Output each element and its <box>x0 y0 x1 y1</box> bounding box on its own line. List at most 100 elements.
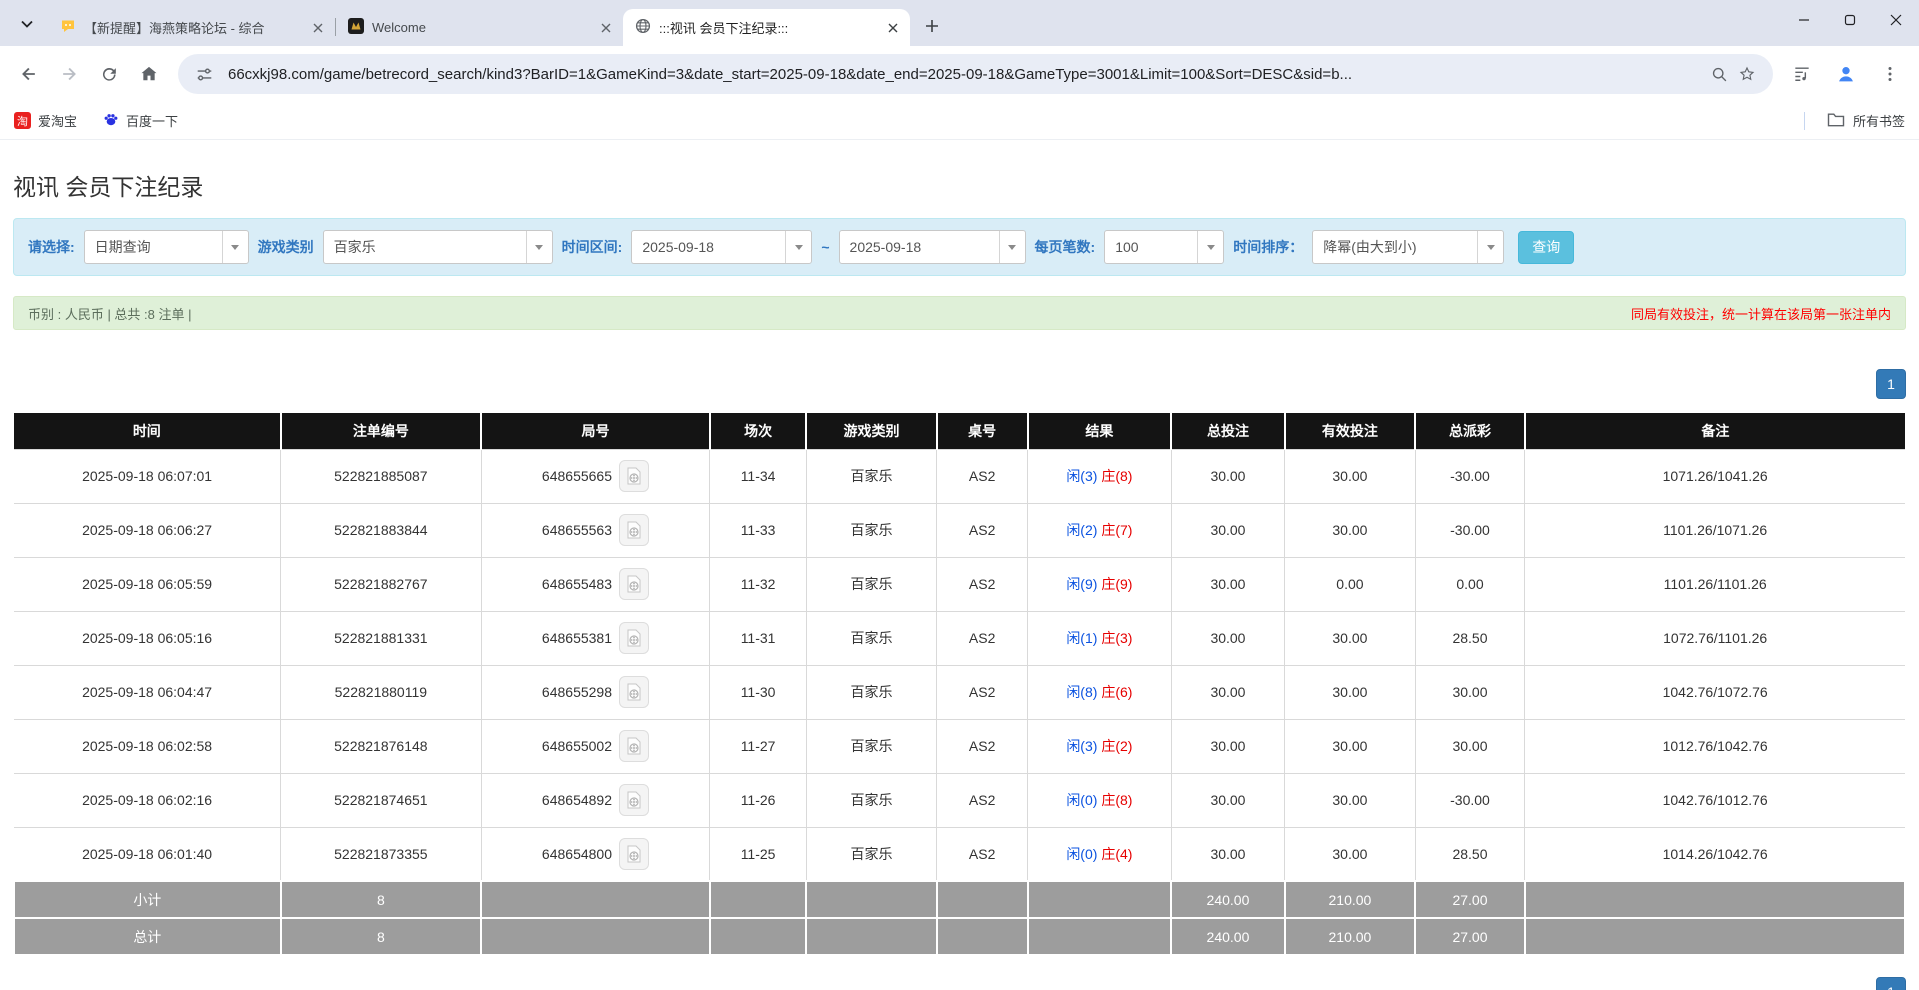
reload-icon[interactable] <box>92 57 126 91</box>
profile-avatar[interactable] <box>1829 57 1863 91</box>
cell-time: 2025-09-18 06:05:16 <box>14 611 281 665</box>
cell-session: 11-30 <box>710 665 806 719</box>
bet-records-table: 时间注单编号局号场次游戏类别桌号结果总投注有效投注总派彩备注 2025-09-1… <box>13 413 1906 956</box>
back-icon[interactable] <box>12 57 46 91</box>
date-start-select[interactable]: 2025-09-18 <box>631 230 812 264</box>
cell-total-bet[interactable]: 30.00 <box>1171 449 1284 503</box>
header-cell: 游戏类别 <box>806 413 936 449</box>
all-bookmarks[interactable]: 所有书签 <box>1804 111 1905 130</box>
browser-tab-welcome[interactable]: Welcome <box>336 9 623 46</box>
footer-empty <box>481 881 710 918</box>
time-sort-select[interactable]: 降幂(由大到小) <box>1312 230 1504 264</box>
cell-payout: 30.00 <box>1415 719 1525 773</box>
url-text[interactable]: 66cxkj98.com/game/betrecord_search/kind3… <box>228 66 1695 83</box>
filter-label-tilde: ~ <box>821 239 829 255</box>
cell-round-id: 648655298 <box>481 665 710 719</box>
filter-label-select: 请选择: <box>28 237 75 257</box>
browser-tab-forum[interactable]: 【新提醒】海燕策略论坛 - 综合 <box>48 9 335 46</box>
table-footer-row: 小计8240.00210.0027.00 <box>14 881 1905 918</box>
close-icon[interactable] <box>884 19 902 37</box>
cell-total-bet[interactable]: 30.00 <box>1171 719 1284 773</box>
table-row: 2025-09-18 06:02:58522821876148648655002… <box>14 719 1905 773</box>
zoom-search-icon[interactable] <box>1705 60 1733 88</box>
video-replay-button[interactable] <box>619 730 649 762</box>
cell-total-bet[interactable]: 30.00 <box>1171 773 1284 827</box>
browser-tab-strip: 【新提醒】海燕策略论坛 - 综合 Welcome :::视讯 会员下注纪录::: <box>0 0 1919 46</box>
result-banker: 庄(7) <box>1101 522 1132 538</box>
bookmark-baidu[interactable]: 百度一下 <box>103 111 178 130</box>
cell-table-no: AS2 <box>937 827 1028 881</box>
url-bar[interactable]: 66cxkj98.com/game/betrecord_search/kind3… <box>178 54 1773 94</box>
video-replay-button[interactable] <box>619 838 649 870</box>
footer-label: 总计 <box>14 918 281 955</box>
video-replay-button[interactable] <box>619 568 649 600</box>
cell-round-id: 648655381 <box>481 611 710 665</box>
result-banker: 庄(9) <box>1101 576 1132 592</box>
cell-valid-bet: 30.00 <box>1285 827 1415 881</box>
site-settings-tune-icon[interactable] <box>190 60 218 88</box>
close-icon[interactable] <box>309 19 327 37</box>
cell-bet-id: 522821876148 <box>281 719 481 773</box>
chevron-down-icon <box>222 231 248 263</box>
cell-time: 2025-09-18 06:01:40 <box>14 827 281 881</box>
cell-total-bet[interactable]: 30.00 <box>1171 503 1284 557</box>
cell-payout: -30.00 <box>1415 449 1525 503</box>
cell-note: 1012.76/1042.76 <box>1525 719 1905 773</box>
cell-payout: 28.50 <box>1415 827 1525 881</box>
cell-total-bet[interactable]: 30.00 <box>1171 557 1284 611</box>
cell-payout: -30.00 <box>1415 773 1525 827</box>
cell-total-bet[interactable]: 30.00 <box>1171 827 1284 881</box>
query-type-select[interactable]: 日期查询 <box>84 230 249 264</box>
header-cell: 注单编号 <box>281 413 481 449</box>
browser-toolbar: 66cxkj98.com/game/betrecord_search/kind3… <box>0 46 1919 102</box>
video-replay-button[interactable] <box>619 622 649 654</box>
cell-game-type: 百家乐 <box>806 665 936 719</box>
game-kind-select[interactable]: 百家乐 <box>323 230 553 264</box>
video-replay-button[interactable] <box>619 460 649 492</box>
bookmark-aitaobao[interactable]: 淘 爱淘宝 <box>14 111 77 130</box>
cell-game-type: 百家乐 <box>806 557 936 611</box>
close-icon[interactable] <box>597 19 615 37</box>
close-window-button[interactable] <box>1873 0 1919 40</box>
round-id: 648655381 <box>542 630 612 646</box>
cell-session: 11-31 <box>710 611 806 665</box>
page-1-button[interactable]: 1 <box>1876 977 1906 990</box>
forward-icon[interactable] <box>52 57 86 91</box>
cell-bet-id: 522821883844 <box>281 503 481 557</box>
cell-valid-bet: 30.00 <box>1285 449 1415 503</box>
date-end-select[interactable]: 2025-09-18 <box>839 230 1026 264</box>
video-replay-button[interactable] <box>619 676 649 708</box>
home-icon[interactable] <box>132 57 166 91</box>
result-player: 闲(1) <box>1066 630 1097 646</box>
cell-session: 11-26 <box>710 773 806 827</box>
cell-time: 2025-09-18 06:07:01 <box>14 449 281 503</box>
kebab-menu-icon[interactable] <box>1873 57 1907 91</box>
table-row: 2025-09-18 06:02:16522821874651648654892… <box>14 773 1905 827</box>
cell-note: 1014.26/1042.76 <box>1525 827 1905 881</box>
video-replay-button[interactable] <box>619 514 649 546</box>
cell-note: 1072.76/1101.26 <box>1525 611 1905 665</box>
bookmark-star-icon[interactable] <box>1733 60 1761 88</box>
cell-table-no: AS2 <box>937 719 1028 773</box>
footer-empty <box>710 918 806 955</box>
cell-total-bet[interactable]: 30.00 <box>1171 611 1284 665</box>
minimize-button[interactable] <box>1781 0 1827 40</box>
page-size-select[interactable]: 100 <box>1104 230 1224 264</box>
tab-title: 【新提醒】海燕策略论坛 - 综合 <box>84 18 301 37</box>
video-replay-button[interactable] <box>619 784 649 816</box>
header-cell: 总派彩 <box>1415 413 1525 449</box>
search-button[interactable]: 查询 <box>1518 231 1574 264</box>
cell-total-bet[interactable]: 30.00 <box>1171 665 1284 719</box>
globe-icon <box>635 18 651 37</box>
new-tab-button[interactable] <box>918 12 946 40</box>
round-id: 648655483 <box>542 576 612 592</box>
table-row: 2025-09-18 06:06:27522821883844648655563… <box>14 503 1905 557</box>
cell-session: 11-33 <box>710 503 806 557</box>
maximize-button[interactable] <box>1827 0 1873 40</box>
cell-round-id: 648655483 <box>481 557 710 611</box>
cell-time: 2025-09-18 06:02:58 <box>14 719 281 773</box>
media-controls-icon[interactable] <box>1785 57 1819 91</box>
browser-tab-bet-records[interactable]: :::视讯 会员下注纪录::: <box>623 9 910 46</box>
page-1-button[interactable]: 1 <box>1876 369 1906 399</box>
tab-search-chevron-icon[interactable] <box>12 9 42 39</box>
